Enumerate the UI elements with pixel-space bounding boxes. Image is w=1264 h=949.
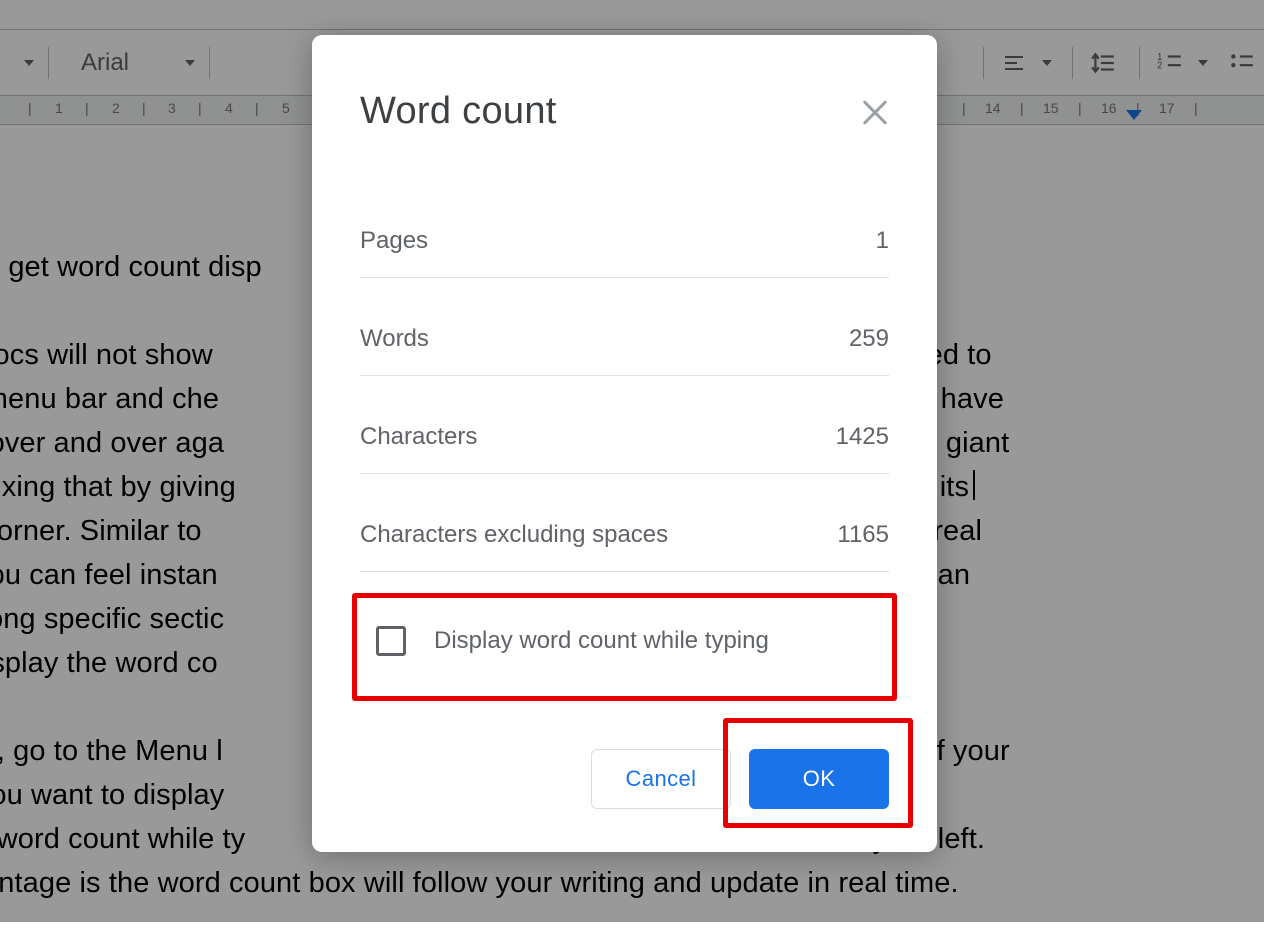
checkbox-label: Display word count while typing	[434, 627, 769, 655]
display-while-typing-row[interactable]: Display word count while typing	[376, 617, 769, 665]
stat-label: Characters	[360, 423, 477, 451]
stat-label: Words	[360, 325, 429, 353]
stat-value: 259	[849, 325, 889, 353]
ok-button[interactable]: OK	[749, 749, 889, 809]
stat-value: 1	[876, 227, 889, 255]
dialog-actions: Cancel OK	[360, 744, 889, 814]
stat-row-words: Words 259	[360, 303, 889, 376]
stat-label: Pages	[360, 227, 428, 255]
dialog-title: Word count	[360, 90, 557, 133]
stat-row-characters: Characters 1425	[360, 401, 889, 474]
stat-row-pages: Pages 1	[360, 205, 889, 278]
stat-label: Characters excluding spaces	[360, 521, 668, 549]
stat-row-characters-no-spaces: Characters excluding spaces 1165	[360, 499, 889, 572]
cancel-button[interactable]: Cancel	[591, 749, 731, 809]
checkbox[interactable]	[376, 626, 406, 656]
close-icon[interactable]	[859, 97, 891, 129]
stat-value: 1165	[837, 521, 889, 549]
stat-value: 1425	[836, 423, 889, 451]
word-count-dialog: Word count Pages 1 Words 259 Characters …	[312, 35, 937, 852]
